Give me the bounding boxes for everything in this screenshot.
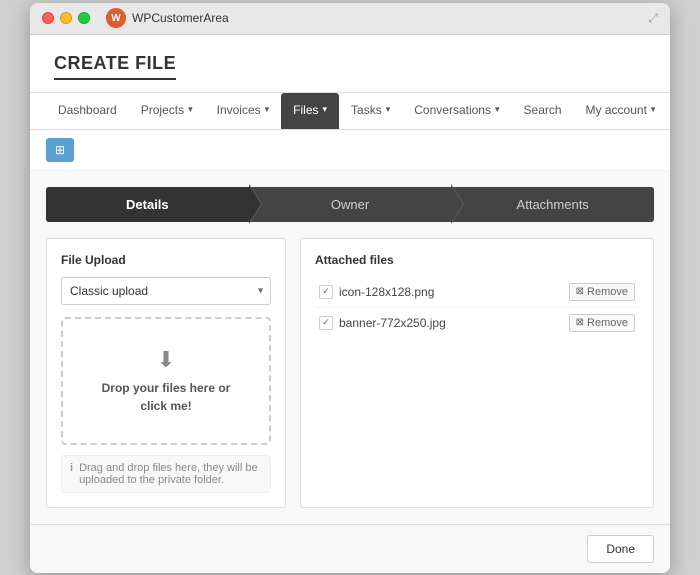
hint-text: Drag and drop files here, they will be u… [79,462,262,486]
nav-item-dashboard[interactable]: Dashboard [46,93,129,129]
minimize-button[interactable] [60,12,72,24]
remove-file-button[interactable]: ⊠ Remove [569,314,635,332]
nav-item-projects[interactable]: Projects ▾ [129,93,205,129]
main-content: Details Owner Attachments File Upload Cl… [30,171,670,524]
file-name: icon-128x128.png [339,285,563,299]
remove-file-button[interactable]: ⊠ Remove [569,283,635,301]
remove-icon: ⊠ [576,286,584,297]
steps-bar: Details Owner Attachments [46,187,654,222]
nav-item-files[interactable]: Files ▾ [281,93,339,129]
attached-files-title: Attached files [315,253,639,267]
file-item: ✓ banner-772x250.jpg ⊠ Remove [315,308,639,338]
maximize-button[interactable] [78,12,90,24]
page-header: CREATE FILE [30,35,670,93]
attached-files-panel: Attached files ✓ icon-128x128.png ⊠ Remo… [300,238,654,508]
toolbar: ⊞ [30,130,670,171]
nav-item-search[interactable]: Search [512,93,574,129]
step-attachments[interactable]: Attachments [451,187,654,222]
remove-icon: ⊠ [576,317,584,328]
traffic-lights [42,12,90,24]
page-content: CREATE FILE Dashboard Projects ▾ Invoice… [30,35,670,573]
chevron-down-icon: ▾ [495,104,500,115]
app-logo: W WPCustomerArea [106,8,229,28]
close-button[interactable] [42,12,54,24]
hint-box: i Drag and drop files here, they will be… [61,455,271,493]
drop-text-line2: click me! [79,397,253,415]
footer-bar: Done [30,524,670,573]
file-checkbox[interactable]: ✓ [319,316,333,330]
done-button[interactable]: Done [587,535,654,563]
app-name: WPCustomerArea [132,11,229,25]
chevron-down-icon: ▾ [188,104,193,115]
file-upload-panel: File Upload Classic upload Advanced uplo… [46,238,286,508]
info-icon: i [70,462,73,474]
nav-item-tasks[interactable]: Tasks ▾ [339,93,402,129]
titlebar: W WPCustomerArea ⤢ [30,3,670,35]
chevron-down-icon: ▾ [651,104,656,115]
nav-bar: Dashboard Projects ▾ Invoices ▾ Files ▾ … [30,93,670,130]
page-title: CREATE FILE [54,53,176,80]
upload-type-wrapper: Classic upload Advanced upload ▾ [61,277,271,305]
file-checkbox[interactable]: ✓ [319,285,333,299]
step-owner[interactable]: Owner [249,187,452,222]
file-name: banner-772x250.jpg [339,316,563,330]
upload-type-select[interactable]: Classic upload Advanced upload [61,277,271,305]
drop-text-line1: Drop your files here or [79,379,253,397]
file-list: ✓ icon-128x128.png ⊠ Remove ✓ banner-772… [315,277,639,338]
file-item: ✓ icon-128x128.png ⊠ Remove [315,277,639,308]
grid-view-button[interactable]: ⊞ [46,138,74,162]
upload-icon: ⬇ [79,347,253,373]
file-upload-title: File Upload [61,253,271,267]
logo-icon: W [106,8,126,28]
chevron-down-icon: ▾ [323,104,328,115]
chevron-down-icon: ▾ [386,104,391,115]
nav-item-invoices[interactable]: Invoices ▾ [205,93,282,129]
expand-icon[interactable]: ⤢ [648,11,658,26]
nav-item-myaccount[interactable]: My account ▾ [574,93,668,129]
grid-icon: ⊞ [55,143,65,157]
logo-letter: W [111,13,120,24]
chevron-down-icon: ▾ [265,104,270,115]
drop-zone[interactable]: ⬇ Drop your files here or click me! [61,317,271,445]
step-details[interactable]: Details [46,187,249,222]
app-window: W WPCustomerArea ⤢ CREATE FILE Dashboard… [30,3,670,573]
panels: File Upload Classic upload Advanced uplo… [46,238,654,508]
nav-item-conversations[interactable]: Conversations ▾ [402,93,511,129]
